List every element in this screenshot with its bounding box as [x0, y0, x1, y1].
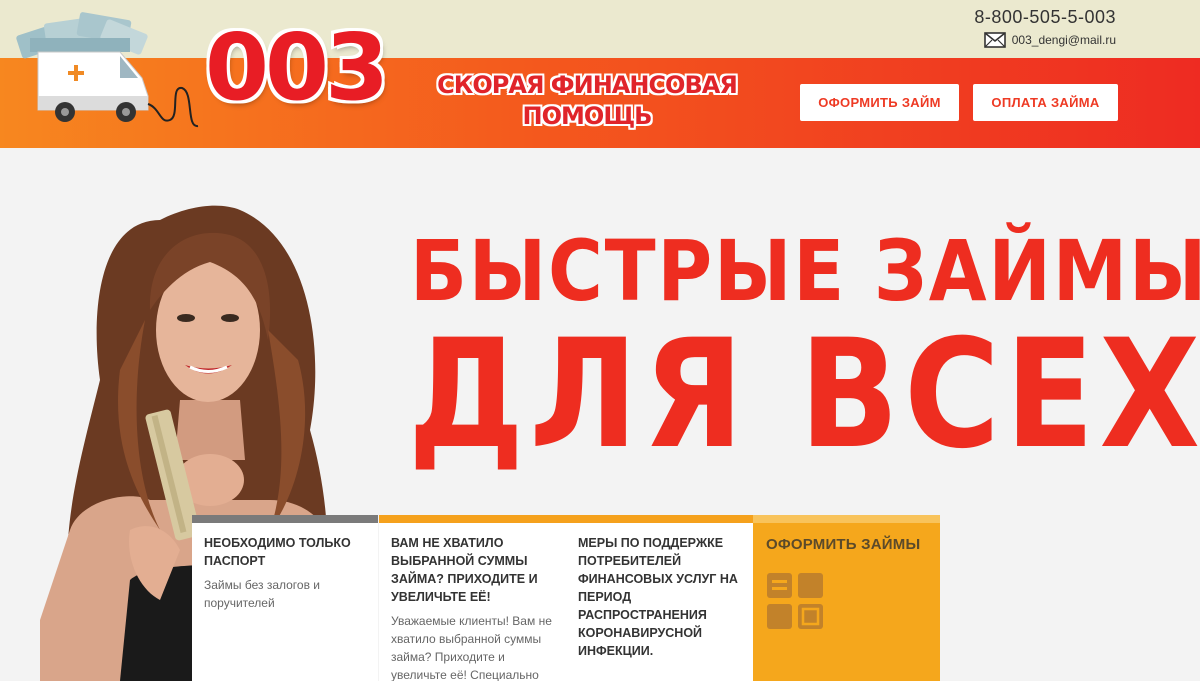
slogan-line-1: СКОРАЯ ФИНАНСОВАЯ — [437, 71, 738, 99]
info-card-passport[interactable]: НЕОБХОДИМО ТОЛЬКО ПАСПОРТ Займы без зало… — [192, 515, 378, 681]
card-top-bar — [379, 515, 566, 523]
apply-loans-card[interactable]: ОФОРМИТЬ ЗАЙМЫ — [753, 515, 940, 681]
card-top-bar — [192, 515, 378, 523]
card-top-bar — [753, 515, 940, 523]
hero-headline-line-1: БЫСТРЫЕ ЗАЙМЫ — [410, 222, 1200, 320]
card-title: НЕОБХОДИМО ТОЛЬКО ПАСПОРТ — [204, 536, 351, 568]
form-grid-icon — [767, 573, 823, 629]
email-address: 003_dengi@mail.ru — [1011, 33, 1116, 47]
ambulance-logo-icon[interactable] — [10, 8, 210, 138]
card-text: Займы без залогов и поручителей — [204, 578, 321, 610]
card-title: ВАМ НЕ ХВАТИЛО ВЫБРАННОЙ СУММЫ ЗАЙМА? ПР… — [391, 536, 538, 604]
cta-title: ОФОРМИТЬ ЗАЙМЫ — [766, 536, 921, 553]
card-title: МЕРЫ ПО ПОДДЕРЖКЕ ПОТРЕБИТЕЛЕЙ ФИНАНСОВЫ… — [578, 536, 738, 658]
hero-headline-line-2: ДЛЯ ВСЕХ — [408, 308, 1200, 482]
phone-number[interactable]: 8-800-505-5-003 — [974, 7, 1116, 28]
info-card-increase-loan[interactable]: ВАМ НЕ ХВАТИЛО ВЫБРАННОЙ СУММЫ ЗАЙМА? ПР… — [379, 515, 566, 681]
apply-loan-button[interactable]: ОФОРМИТЬ ЗАЙМ — [800, 84, 959, 121]
info-card-covid-support[interactable]: МЕРЫ ПО ПОДДЕРЖКЕ ПОТРЕБИТЕЛЕЙ ФИНАНСОВЫ… — [566, 515, 753, 681]
card-text: Уважаемые клиенты! Вам не хватило выбран… — [391, 614, 552, 681]
brand-slogan: СКОРАЯ ФИНАНСОВАЯ ПОМОЩЬ — [412, 70, 762, 132]
card-top-bar — [566, 515, 753, 523]
logo-number: 003 — [203, 13, 390, 123]
email-contact[interactable]: 003_dengi@mail.ru — [983, 32, 1116, 48]
mail-icon — [983, 32, 1006, 48]
pay-loan-button[interactable]: ОПЛАТА ЗАЙМА — [973, 84, 1118, 121]
slogan-line-2: ПОМОЩЬ — [522, 102, 653, 130]
